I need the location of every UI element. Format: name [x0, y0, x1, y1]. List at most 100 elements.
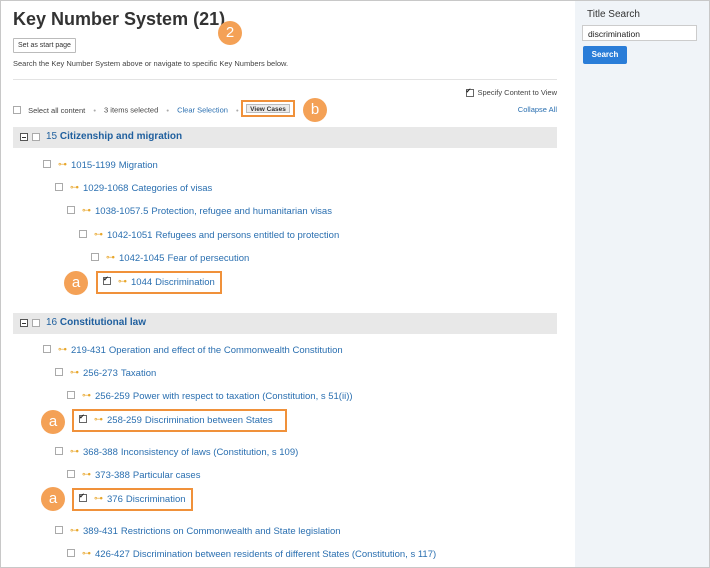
- tree-row[interactable]: ⊶ 219-431 Operation and effect of the Comm…: [43, 345, 343, 356]
- key-icon: ⊶: [70, 526, 79, 537]
- key-number: 1029-1068: [83, 183, 129, 194]
- set-start-page-button[interactable]: Set as start page: [13, 38, 76, 53]
- specify-content[interactable]: Specify Content to View: [465, 87, 558, 98]
- key-icon: ⊶: [94, 494, 103, 505]
- key-label: Operation and effect of the Commonwealth…: [108, 345, 343, 356]
- section-checkbox[interactable]: [32, 319, 40, 327]
- collapse-all-link[interactable]: Collapse All: [518, 105, 557, 114]
- row-checkbox[interactable]: [67, 391, 75, 400]
- row-checkbox[interactable]: [67, 206, 75, 215]
- tree-row[interactable]: ⊶ 1029-1068 Categories of visas: [55, 183, 212, 194]
- select-all-label[interactable]: Select all content: [28, 106, 85, 115]
- key-number: 1015-1199: [71, 160, 116, 171]
- key-icon: ⊶: [94, 230, 103, 241]
- key-icon: ⊶: [70, 183, 79, 194]
- callout-b: b: [303, 98, 327, 122]
- key-icon: ⊶: [58, 345, 67, 356]
- key-number: 1038-1057.5: [95, 206, 149, 217]
- title-search-input[interactable]: discrimination: [582, 25, 697, 41]
- tree-row[interactable]: ⊶ 256-259 Power with respect to taxation (…: [67, 391, 353, 402]
- main-panel: Key Number System (21) 2 Set as start pa…: [1, 1, 575, 567]
- section-title[interactable]: 16 Constitutional law: [46, 317, 146, 328]
- clear-selection-link[interactable]: Clear Selection: [177, 106, 228, 115]
- minus-box-icon[interactable]: [20, 319, 28, 327]
- section-number: 15: [46, 131, 58, 142]
- tree-row[interactable]: ⊶ 1042-1051 Refugees and persons entitled …: [79, 230, 339, 241]
- row-checkbox[interactable]: [79, 492, 87, 503]
- section-checkbox[interactable]: [32, 133, 40, 141]
- key-label: Categories of visas: [131, 183, 213, 194]
- key-label: Inconsistency of laws (Constitution, s 1…: [120, 447, 299, 458]
- tree-row[interactable]: ⊶ 1015-1199 Migration: [43, 160, 158, 171]
- row-checkbox[interactable]: [79, 230, 87, 239]
- selection-toolbar: Select all content • 3 items selected • …: [13, 105, 245, 115]
- key-icon: ⊶: [70, 368, 79, 379]
- key-number: 389-431: [83, 526, 118, 537]
- key-icon: ⊶: [70, 447, 79, 458]
- select-all-checkbox[interactable]: [13, 106, 21, 115]
- row-checkbox[interactable]: [55, 368, 63, 377]
- row-checkbox[interactable]: [55, 183, 63, 192]
- tree-row[interactable]: ⊶ 1038-1057.5 Protection, refugee and huma…: [67, 206, 332, 217]
- key-number: 1044: [131, 277, 153, 288]
- minus-box-icon[interactable]: [20, 133, 28, 141]
- key-label: Taxation: [120, 368, 157, 379]
- help-text: Search the Key Number System above or na…: [13, 59, 289, 68]
- key-label: Restrictions on Commonwealth and State l…: [120, 526, 341, 537]
- section-header-16[interactable]: 16 Constitutional law: [13, 313, 557, 334]
- row-checkbox[interactable]: [55, 526, 63, 535]
- row-checkbox[interactable]: [67, 470, 75, 479]
- key-icon: ⊶: [82, 206, 91, 217]
- key-icon: ⊶: [118, 277, 127, 288]
- key-number: 373-388: [95, 470, 130, 481]
- tree-row[interactable]: ⊶ 1044Discrimination: [103, 275, 215, 288]
- section-header-15[interactable]: 15 Citizenship and migration: [13, 127, 557, 148]
- section-number: 16: [46, 317, 58, 328]
- tree-row[interactable]: ⊶ 1042-1045 Fear of persecution: [91, 253, 249, 264]
- key-label: Particular cases: [132, 470, 201, 481]
- callout-a: a: [41, 487, 65, 511]
- view-cases-button[interactable]: View Cases: [246, 104, 290, 113]
- key-icon: ⊶: [82, 470, 91, 481]
- tree-row[interactable]: ⊶ 376Discrimination: [79, 492, 186, 505]
- key-label: Fear of persecution: [167, 253, 250, 264]
- key-label: Discrimination between residents of diff…: [132, 549, 437, 560]
- row-checkbox[interactable]: [43, 345, 51, 354]
- title-search-label: Title Search: [587, 9, 640, 20]
- callout-2: 2: [218, 21, 242, 45]
- row-checkbox[interactable]: [43, 160, 51, 169]
- key-number: 376: [107, 494, 123, 505]
- row-checkbox[interactable]: [79, 413, 87, 424]
- specify-content-label: Specify Content to View: [477, 88, 558, 97]
- section-title[interactable]: 15 Citizenship and migration: [46, 131, 182, 142]
- row-checkbox[interactable]: [91, 253, 99, 262]
- search-button[interactable]: Search: [583, 46, 627, 64]
- key-label: Discrimination between States: [144, 415, 273, 426]
- tree-row[interactable]: ⊶ 256-273 Taxation: [55, 368, 156, 379]
- key-label: Discrimination: [125, 494, 186, 505]
- row-checkbox[interactable]: [103, 275, 111, 286]
- callout-a: a: [41, 410, 65, 434]
- key-number: 256-259: [95, 391, 130, 402]
- tree-row[interactable]: ⊶ 368-388 Inconsistency of laws (Constitut…: [55, 447, 298, 458]
- key-number: 368-388: [83, 447, 118, 458]
- key-icon: ⊶: [94, 415, 103, 426]
- key-number: 1042-1045: [119, 253, 165, 264]
- key-number: 256-273: [83, 368, 118, 379]
- key-icon: ⊶: [106, 253, 115, 264]
- key-icon: ⊶: [82, 391, 91, 402]
- row-checkbox[interactable]: [55, 447, 63, 456]
- title-search-panel: Title Search discrimination Search: [575, 1, 709, 567]
- specify-content-checkbox[interactable]: [465, 87, 474, 98]
- divider: [13, 79, 557, 80]
- row-checkbox[interactable]: [67, 549, 75, 558]
- tree-row[interactable]: ⊶ 426-427 Discrimination between residents…: [67, 549, 436, 560]
- key-icon: ⊶: [58, 160, 67, 171]
- key-icon: ⊶: [82, 549, 91, 560]
- tree-row[interactable]: ⊶ 389-431 Restrictions on Commonwealth and…: [55, 526, 341, 537]
- tree-row[interactable]: ⊶ 373-388 Particular cases: [67, 470, 200, 481]
- separator: •: [236, 105, 239, 115]
- tree-row[interactable]: ⊶ 258-259Discrimination between States: [79, 413, 273, 426]
- page-title: Key Number System (21): [13, 9, 226, 29]
- view-cases-highlight: View Cases: [241, 100, 295, 117]
